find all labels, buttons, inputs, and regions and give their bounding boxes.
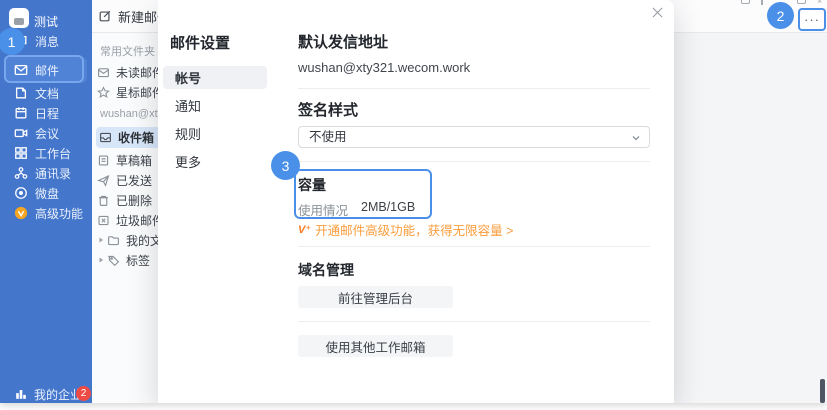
capacity-heading: 容量 — [298, 175, 326, 195]
unread-mail-icon — [97, 66, 110, 79]
expander-caret-icon[interactable] — [97, 256, 105, 264]
mail-icon — [14, 63, 28, 77]
drive-icon — [14, 186, 28, 200]
sidebar-item-mail[interactable]: 邮件 — [5, 57, 87, 83]
tab-account[interactable]: 帐号 — [163, 66, 267, 89]
contacts-icon — [14, 166, 28, 180]
tab-more[interactable]: 更多 — [163, 150, 267, 173]
window-scrollbar[interactable] — [820, 379, 825, 403]
app-sidebar: 测试 消息 邮件 文档 — [0, 0, 92, 403]
upsell-text: 开通邮件高级功能，获得无限容量 > — [315, 220, 513, 239]
sidebar-item-label: 会议 — [35, 125, 59, 142]
more-options-button[interactable]: ··· — [798, 8, 826, 31]
nav-item-label: 星标邮件 — [116, 84, 164, 101]
nav-item-label: 未读邮件 — [116, 64, 164, 81]
workspace-avatar[interactable] — [9, 8, 29, 28]
nav-item-label: 已发送 — [116, 172, 152, 189]
usage-label: 使用情况 — [298, 200, 348, 219]
sidebar-item-docs[interactable]: 文档 — [0, 83, 92, 103]
sidebar-footer-label: 我的企业 — [34, 386, 82, 403]
sent-icon — [97, 174, 110, 187]
settings-content: 默认发信地址 wushan@xty321.wecom.work 签名样式 不使用… — [298, 0, 650, 403]
premium-icon — [14, 206, 28, 220]
annotation-badge-3: 3 — [271, 151, 300, 180]
divider — [298, 161, 650, 162]
section-label-common-folders: 常用文件夹 — [100, 43, 155, 59]
default-address-value: wushan@xty321.wecom.work — [298, 60, 470, 75]
sidebar-item-schedule[interactable]: 日程 — [0, 103, 92, 123]
domain-heading: 域名管理 — [298, 260, 354, 280]
mail-list-background — [674, 33, 827, 403]
sidebar-item-label: 微盘 — [35, 185, 59, 202]
tab-rules[interactable]: 规则 — [163, 122, 267, 145]
nav-item-label: 已删除 — [116, 192, 152, 209]
calendar-icon — [14, 106, 28, 120]
junk-icon — [97, 214, 110, 227]
nav-item-label: 草稿箱 — [116, 152, 152, 169]
go-to-admin-console-button[interactable]: 前往管理后台 — [298, 286, 453, 308]
sidebar-item-label: 日程 — [35, 105, 59, 122]
mail-settings-modal: 邮件设置 帐号 通知 规则 更多 默认发信地址 wushan@xty321.we… — [158, 0, 674, 403]
enterprise-unread-badge: 2 — [76, 386, 91, 401]
expander-caret-icon[interactable] — [97, 236, 105, 244]
premium-upgrade-icon: V⁺ — [298, 223, 311, 236]
sidebar-item-drive[interactable]: 微盘 — [0, 183, 92, 203]
trash-icon — [97, 194, 110, 207]
tag-icon — [107, 254, 120, 267]
sidebar-item-label: 通讯录 — [35, 165, 71, 182]
signature-heading: 签名样式 — [298, 99, 358, 120]
app-window: 测试 消息 邮件 文档 — [0, 0, 827, 403]
sidebar-item-contacts[interactable]: 通讯录 — [0, 163, 92, 183]
divider — [298, 246, 650, 247]
usage-value: 2MB/1GB — [361, 200, 415, 214]
annotation-badge-2: 2 — [767, 2, 794, 29]
premium-upsell-link[interactable]: V⁺ 开通邮件高级功能，获得无限容量 > — [298, 220, 513, 239]
inbox-icon — [99, 131, 112, 144]
star-icon — [97, 86, 110, 99]
nav-item-label: 收件箱 — [118, 129, 154, 146]
folder-icon — [107, 234, 120, 247]
docs-icon — [14, 86, 28, 100]
divider — [298, 88, 650, 89]
sidebar-item-label: 高级功能 — [35, 205, 83, 222]
draft-icon — [97, 154, 110, 167]
signature-select[interactable]: 不使用 — [298, 126, 650, 148]
building-icon — [14, 387, 28, 401]
sidebar-item-label: 工作台 — [35, 145, 71, 162]
workbench-icon — [14, 146, 28, 160]
divider — [298, 321, 650, 322]
tab-notifications[interactable]: 通知 — [163, 94, 267, 117]
default-address-heading: 默认发信地址 — [298, 31, 388, 52]
modal-title: 邮件设置 — [170, 32, 230, 53]
compose-icon — [98, 9, 112, 23]
sidebar-item-workbench[interactable]: 工作台 — [0, 143, 92, 163]
meeting-icon — [14, 126, 28, 140]
sidebar-item-label: 邮件 — [35, 62, 59, 79]
chevron-down-icon — [631, 133, 641, 143]
clipped-toolbar-icons: × — [667, 0, 827, 8]
close-icon[interactable] — [651, 6, 665, 20]
sidebar-item-meeting[interactable]: 会议 — [0, 123, 92, 143]
nav-item-label: 垃圾邮件 — [116, 212, 164, 229]
use-other-work-mailbox-button[interactable]: 使用其他工作邮箱 — [298, 335, 453, 357]
signature-selected-option: 不使用 — [309, 130, 347, 144]
screen: 测试 消息 邮件 文档 — [0, 0, 827, 410]
workspace-name: 测试 — [34, 13, 58, 30]
sidebar-item-label: 文档 — [35, 85, 59, 102]
nav-item-label: 标签 — [126, 252, 150, 269]
sidebar-item-label: 消息 — [35, 33, 59, 50]
sidebar-item-advanced-features[interactable]: 高级功能 — [0, 203, 92, 223]
